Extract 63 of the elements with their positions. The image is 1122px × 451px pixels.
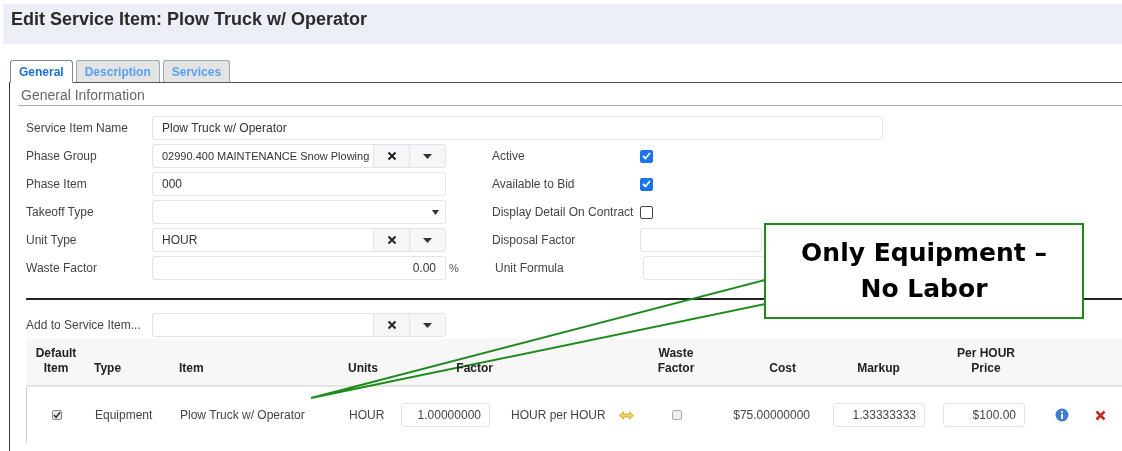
field-label: Service Item Name bbox=[26, 121, 130, 135]
clear-button[interactable] bbox=[373, 145, 409, 167]
clear-button[interactable] bbox=[373, 314, 409, 336]
input-field[interactable]: 0.00 bbox=[152, 256, 446, 280]
column-heading: Type bbox=[93, 361, 123, 376]
checkbox[interactable] bbox=[640, 177, 653, 191]
combo-field[interactable] bbox=[152, 313, 446, 337]
column-heading: Default Item bbox=[34, 346, 78, 376]
combo-field[interactable]: 02990.400 MAINTENANCE Snow Plowing bbox=[152, 144, 446, 168]
dropdown-button[interactable] bbox=[409, 314, 445, 336]
table-cell-text: HOUR bbox=[348, 408, 386, 422]
field-label: Active bbox=[492, 149, 526, 163]
checkbox[interactable] bbox=[52, 410, 62, 420]
table-cell-text: HOUR per HOUR bbox=[510, 408, 607, 422]
input-field[interactable]: Plow Truck w/ Operator bbox=[152, 116, 883, 140]
callout-text: Only Equipment – No Labor bbox=[764, 223, 1084, 319]
field-label: Phase Group bbox=[26, 149, 98, 163]
field-label: Disposal Factor bbox=[492, 233, 577, 247]
dropdown-button[interactable] bbox=[409, 145, 445, 167]
column-heading: Waste Factor bbox=[656, 346, 696, 376]
select-field[interactable] bbox=[152, 200, 446, 224]
tab[interactable]: General bbox=[10, 60, 73, 83]
field-label: Display Detail On Contract bbox=[492, 205, 635, 219]
input-field[interactable]: 000 bbox=[152, 172, 446, 196]
column-heading: Item bbox=[178, 361, 205, 376]
field-label: Unit Formula bbox=[495, 261, 565, 275]
dropdown-button[interactable] bbox=[409, 229, 445, 251]
column-heading: Factor bbox=[455, 361, 494, 376]
field-label: Unit Type bbox=[26, 233, 78, 247]
column-heading: Cost bbox=[768, 361, 797, 376]
input-field[interactable]: 1.33333333 bbox=[833, 403, 925, 427]
field-label: Add to Service Item... bbox=[26, 318, 142, 332]
clear-icon bbox=[386, 235, 397, 245]
column-heading: Units bbox=[347, 361, 379, 376]
delete-icon[interactable] bbox=[1095, 409, 1106, 421]
unit-label: % bbox=[448, 262, 460, 274]
input-field[interactable]: 1.00000000 bbox=[401, 403, 490, 427]
table-cell-text: Equipment bbox=[94, 408, 154, 422]
field-label: Takeoff Type bbox=[26, 205, 95, 219]
column-heading: Markup bbox=[856, 361, 901, 376]
page-title: Edit Service Item: Plow Truck w/ Operator bbox=[11, 8, 368, 30]
info-icon[interactable] bbox=[1055, 408, 1069, 422]
section-title: General Information bbox=[18, 83, 1122, 106]
clear-button[interactable] bbox=[373, 229, 409, 251]
input-field[interactable] bbox=[643, 256, 765, 280]
caret-icon bbox=[432, 209, 439, 215]
caret-icon bbox=[423, 322, 432, 328]
column-heading: Per HOUR Price bbox=[956, 346, 1016, 376]
clear-icon bbox=[386, 320, 397, 330]
caret-icon bbox=[423, 153, 432, 159]
field-label: Phase Item bbox=[26, 177, 88, 191]
input-field[interactable]: $100.00 bbox=[943, 403, 1025, 427]
combo-field[interactable]: HOUR bbox=[152, 228, 446, 252]
input-field[interactable] bbox=[640, 228, 762, 252]
table-cell-text: Plow Truck w/ Operator bbox=[179, 408, 306, 422]
checkbox[interactable] bbox=[672, 410, 682, 420]
checkbox[interactable] bbox=[640, 205, 653, 219]
table-cell-text: $75.00000000 bbox=[732, 408, 811, 422]
field-label: Available to Bid bbox=[492, 177, 576, 191]
caret-icon bbox=[423, 237, 432, 243]
clear-icon bbox=[386, 151, 397, 161]
checkbox[interactable] bbox=[640, 149, 653, 163]
field-label: Waste Factor bbox=[26, 261, 98, 275]
